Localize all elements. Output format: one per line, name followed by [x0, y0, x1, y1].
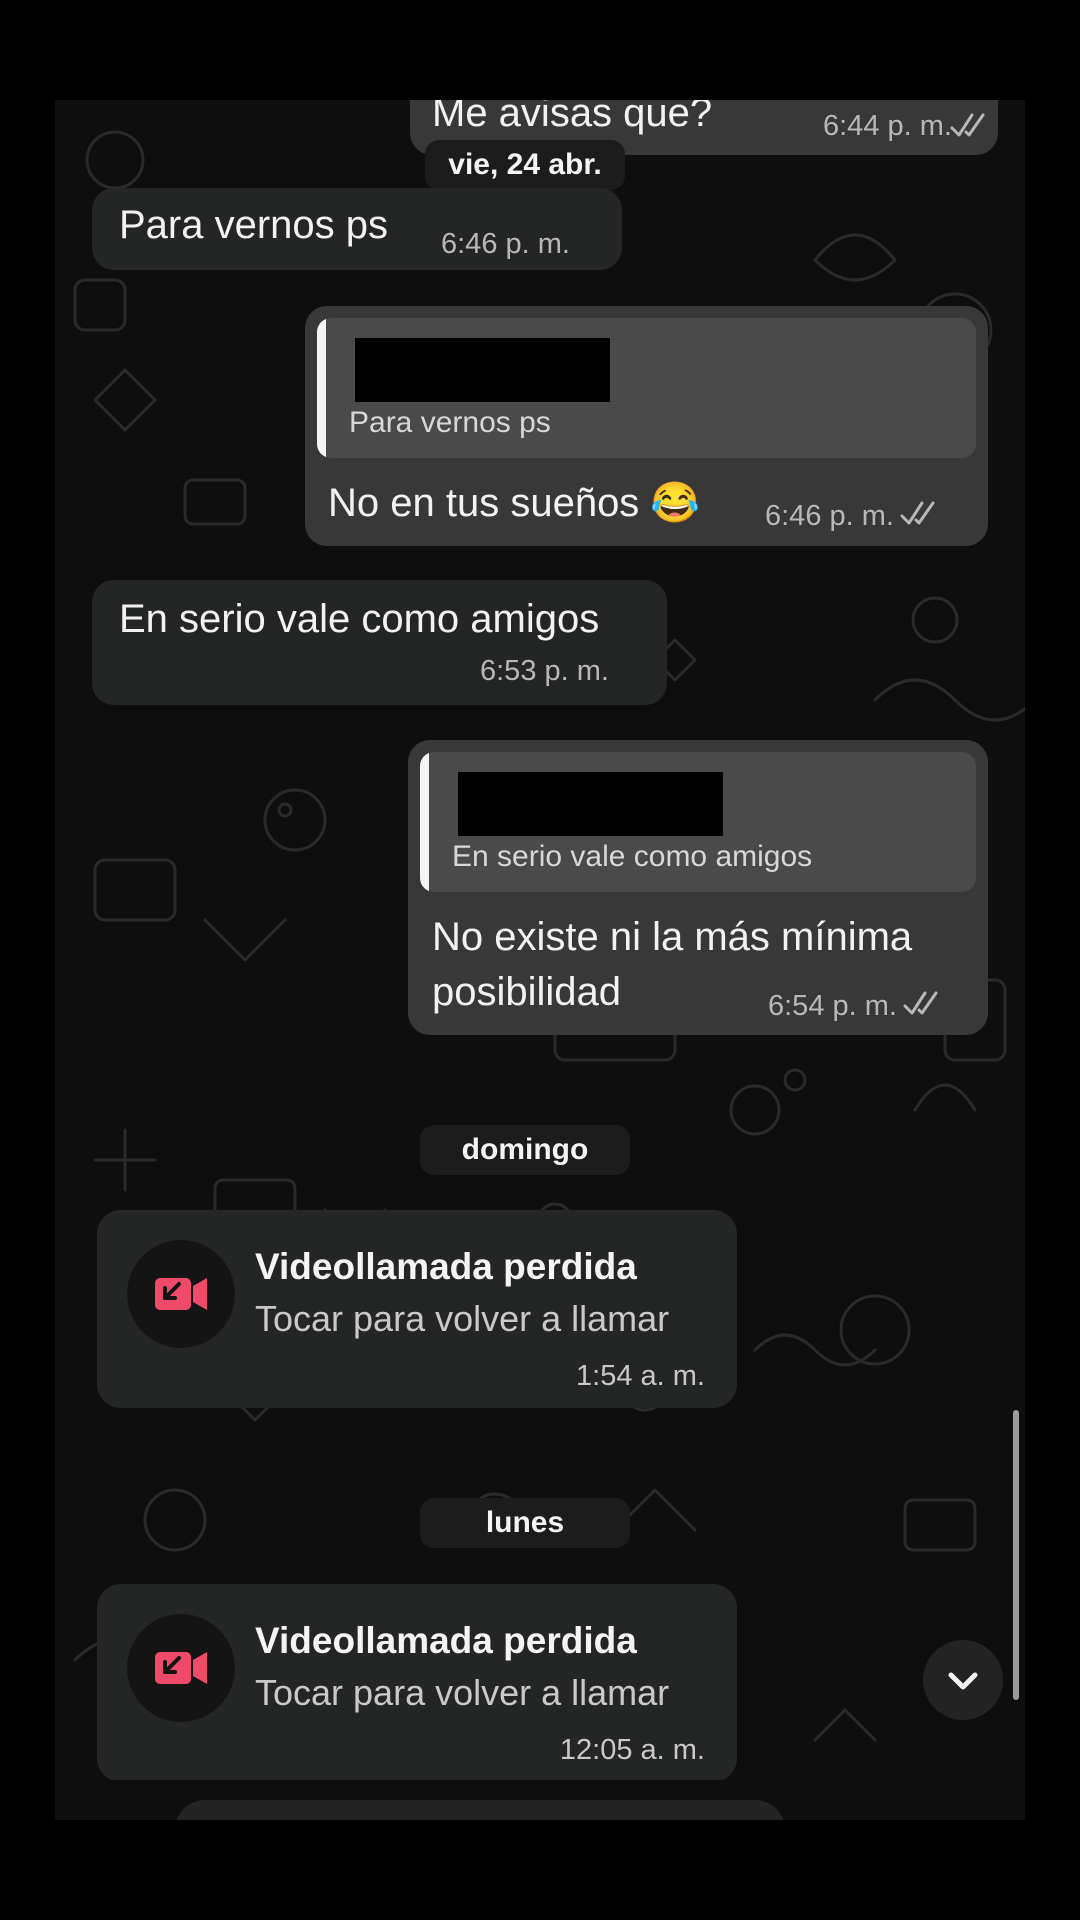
- missed-video-call-icon: [127, 1614, 235, 1722]
- redacted-sender: [458, 772, 723, 836]
- chevron-down-icon: [948, 1672, 978, 1690]
- call-time: 12:05 a. m.: [559, 1734, 705, 1766]
- message-time: 6:44 p. m.: [823, 110, 952, 142]
- quoted-text: Para vernos ps: [349, 406, 551, 439]
- message-incoming[interactable]: Para vernos ps 6:46 p. m.: [92, 188, 622, 270]
- call-subtitle: Tocar para volver a llamar: [255, 1672, 670, 1713]
- reply-quote[interactable]: Para vernos ps: [317, 318, 976, 458]
- missed-video-call-card[interactable]: Videollamada perdida Tocar para volver a…: [97, 1584, 737, 1782]
- double-check-icon: [900, 501, 935, 525]
- scrollbar[interactable]: [1013, 1410, 1019, 1700]
- double-check-icon: [950, 113, 985, 137]
- message-time: 6:53 p. m.: [480, 655, 609, 687]
- message-incoming[interactable]: En serio vale como amigos 6:53 p. m.: [92, 580, 667, 705]
- message-input[interactable]: [175, 1800, 785, 1820]
- call-time: 1:54 a. m.: [576, 1360, 705, 1392]
- call-title: Videollamada perdida: [255, 1246, 637, 1287]
- message-time: 6:54 p. m.: [768, 990, 897, 1022]
- reply-quote[interactable]: En serio vale como amigos: [420, 752, 976, 892]
- message-time: 6:46 p. m.: [441, 228, 570, 260]
- quoted-text: En serio vale como amigos: [452, 840, 813, 873]
- message-time: 6:46 p. m.: [765, 500, 894, 532]
- scroll-to-bottom-button[interactable]: [923, 1640, 1003, 1720]
- message-outgoing[interactable]: Para vernos ps No en tus sueños 😂 6:46 p…: [305, 306, 988, 546]
- date-separator: domingo: [420, 1125, 630, 1175]
- chat-view: Me avisas que? 6:44 p. m. vie, 24 abr. P…: [55, 100, 1025, 1820]
- call-subtitle: Tocar para volver a llamar: [255, 1298, 670, 1339]
- double-check-icon: [903, 991, 938, 1015]
- date-separator: lunes: [420, 1498, 630, 1548]
- message-text-line: No existe ni la más mínima: [432, 915, 913, 959]
- message-text: En serio vale como amigos: [119, 597, 600, 641]
- message-outgoing[interactable]: En serio vale como amigos No existe ni l…: [408, 740, 988, 1035]
- quote-bar: [420, 752, 429, 892]
- call-title: Videollamada perdida: [255, 1620, 637, 1661]
- missed-video-call-icon: [127, 1240, 235, 1348]
- message-text-line: posibilidad: [432, 970, 622, 1014]
- message-text: No en tus sueños 😂: [328, 481, 701, 525]
- quote-bar: [317, 318, 326, 458]
- message-text: Me avisas que?: [432, 100, 713, 135]
- redacted-sender: [355, 338, 610, 402]
- missed-video-call-card[interactable]: Videollamada perdida Tocar para volver a…: [97, 1210, 737, 1408]
- message-text: Para vernos ps: [119, 203, 389, 247]
- date-separator: vie, 24 abr.: [425, 140, 625, 190]
